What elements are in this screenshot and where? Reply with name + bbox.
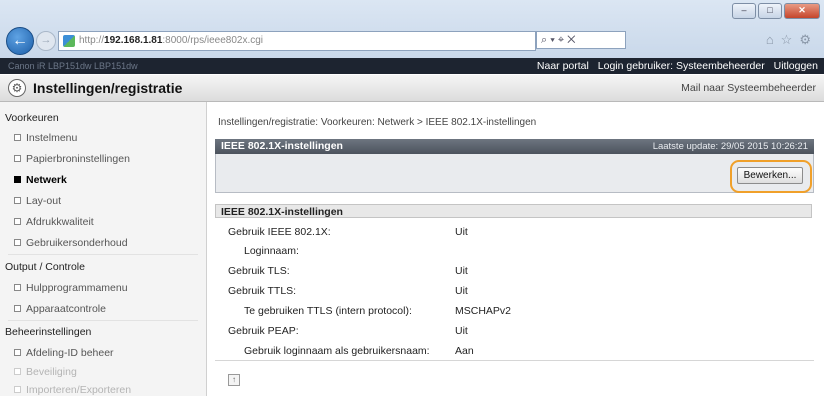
sidebar-item-label: Papierbroninstellingen [26,153,130,165]
page-header: ⚙ Instellingen/registratie Mail naar Sys… [0,75,824,102]
sidebar-item-department-id[interactable]: Afdeling-ID beheer [14,347,114,359]
minimize-button[interactable]: – [732,3,756,19]
url-text: http://192.168.1.81:8000/rps/ieee802x.cg… [79,35,263,46]
bullet-icon [14,367,21,375]
portal-bar: Canon iR LBP151dw LBP151dw Naar portal L… [0,58,824,74]
panel-title: IEEE 802.1X-instellingen [221,140,343,152]
sidebar-item-instelmenu[interactable]: Instelmenu [14,132,77,144]
sidebar-item-label: Beveiliging [26,366,77,378]
setting-label: Gebruik TTLS: [228,285,297,297]
breadcrumb: Instellingen/registratie: Voorkeuren: Ne… [218,117,537,128]
panel-toolbar [215,154,814,193]
browser-chrome: – □ ✕ ← → http://192.168.1.81:8000/rps/i… [0,0,824,59]
setting-label: Gebruik loginnaam als gebruikersnaam: [244,345,430,357]
sidebar-section-output[interactable]: Output / Controle [5,261,85,273]
setting-value: Uit [455,325,468,337]
bullet-icon [14,217,21,225]
browser-toolbar-icons[interactable]: ⌂☆⚙ [766,32,818,48]
sidebar-item-user-maintenance[interactable]: Gebruikersonderhoud [14,237,128,249]
edit-button[interactable]: Bewerken... [737,167,803,184]
bullet-icon [14,175,21,183]
bullet-icon [14,133,21,141]
setting-value: Uit [455,285,468,297]
mail-admin-link[interactable]: Mail naar Systeembeheerder [681,82,816,94]
sidebar-item-label: Netwerk [26,174,67,186]
sidebar-item-label: Afdrukkwaliteit [26,216,94,228]
sidebar-item-label: Apparaatcontrole [26,303,106,315]
setting-label: Gebruik PEAP: [228,325,299,337]
sidebar-item-label: Hulpprogrammamenu [26,282,128,294]
back-to-top-icon[interactable]: ↑ [228,374,240,386]
sidebar-item-label: Importeren/Exporteren [26,384,132,396]
back-button[interactable]: ← [6,27,34,55]
bullet-icon [14,196,21,204]
bullet-icon [14,283,21,291]
setting-value: Uit [455,265,468,277]
sidebar-item-label: Afdeling-ID beheer [26,347,114,359]
url-path: :8000/rps/ieee802x.cgi [162,35,264,46]
page-title: Instellingen/registratie [33,80,183,96]
content-divider [215,360,814,361]
bullet-icon [14,304,21,312]
setting-value: Aan [455,345,474,357]
bullet-icon [14,348,21,356]
bullet-icon [14,238,21,246]
sidebar-item-label: Gebruikersonderhoud [26,237,128,249]
bullet-icon [14,385,21,393]
setting-label: Gebruik TLS: [228,265,290,277]
portal-links: Naar portal Login gebruiker: Systeembehe… [531,58,818,74]
logout-link[interactable]: Uitloggen [774,60,818,72]
sidebar-item-security[interactable]: Beveiliging [14,366,77,378]
setting-value: Uit [455,226,468,238]
bullet-icon [14,154,21,162]
setting-label: Gebruik IEEE 802.1X: [228,226,331,238]
sidebar-section-preferences[interactable]: Voorkeuren [5,112,59,124]
sidebar-item-utility-menu[interactable]: Hulpprogrammamenu [14,282,128,294]
sidebar-item-device-control[interactable]: Apparaatcontrole [14,303,106,315]
site-icon [63,35,75,47]
sidebar-item-print-quality[interactable]: Afdrukkwaliteit [14,216,94,228]
sidebar: Voorkeuren Instelmenu Papierbroninstelli… [0,102,207,396]
url-host: 192.168.1.81 [104,35,163,46]
setting-label: Loginnaam: [244,245,299,257]
address-tools[interactable]: ⌕ ▾ ⌖ ✕ [536,31,626,49]
setting-value: MSCHAPv2 [455,305,512,317]
section-header: IEEE 802.1X-instellingen [215,204,812,218]
sidebar-item-network[interactable]: Netwerk [14,174,67,186]
sidebar-divider [8,320,198,321]
url-prefix: http:// [79,35,105,46]
settings-gear-icon: ⚙ [8,79,26,97]
forward-button[interactable]: → [36,31,56,51]
portal-link[interactable]: Naar portal [537,60,589,72]
sidebar-section-management[interactable]: Beheerinstellingen [5,326,91,338]
sidebar-item-import-export[interactable]: Importeren/Exporteren [14,384,131,396]
close-window-button[interactable]: ✕ [784,3,820,19]
sidebar-item-label: Instelmenu [26,132,78,144]
login-user-text: Login gebruiker: Systeembeheerder [597,60,765,72]
maximize-button[interactable]: □ [758,3,782,19]
sidebar-item-label: Lay-out [26,195,62,207]
device-name: Canon iR LBP151dw LBP151dw [8,61,138,71]
address-bar[interactable]: http://192.168.1.81:8000/rps/ieee802x.cg… [58,31,536,51]
window-controls: – □ ✕ [732,3,820,19]
sidebar-divider [8,254,198,255]
setting-label: Te gebruiken TTLS (intern protocol): [244,305,412,317]
last-update-text: Laatste update: 29/05 2015 10:26:21 [652,141,808,152]
panel-header: IEEE 802.1X-instellingen Laatste update:… [215,139,814,154]
sidebar-item-layout[interactable]: Lay-out [14,195,61,207]
sidebar-item-paper-source[interactable]: Papierbroninstellingen [14,153,130,165]
